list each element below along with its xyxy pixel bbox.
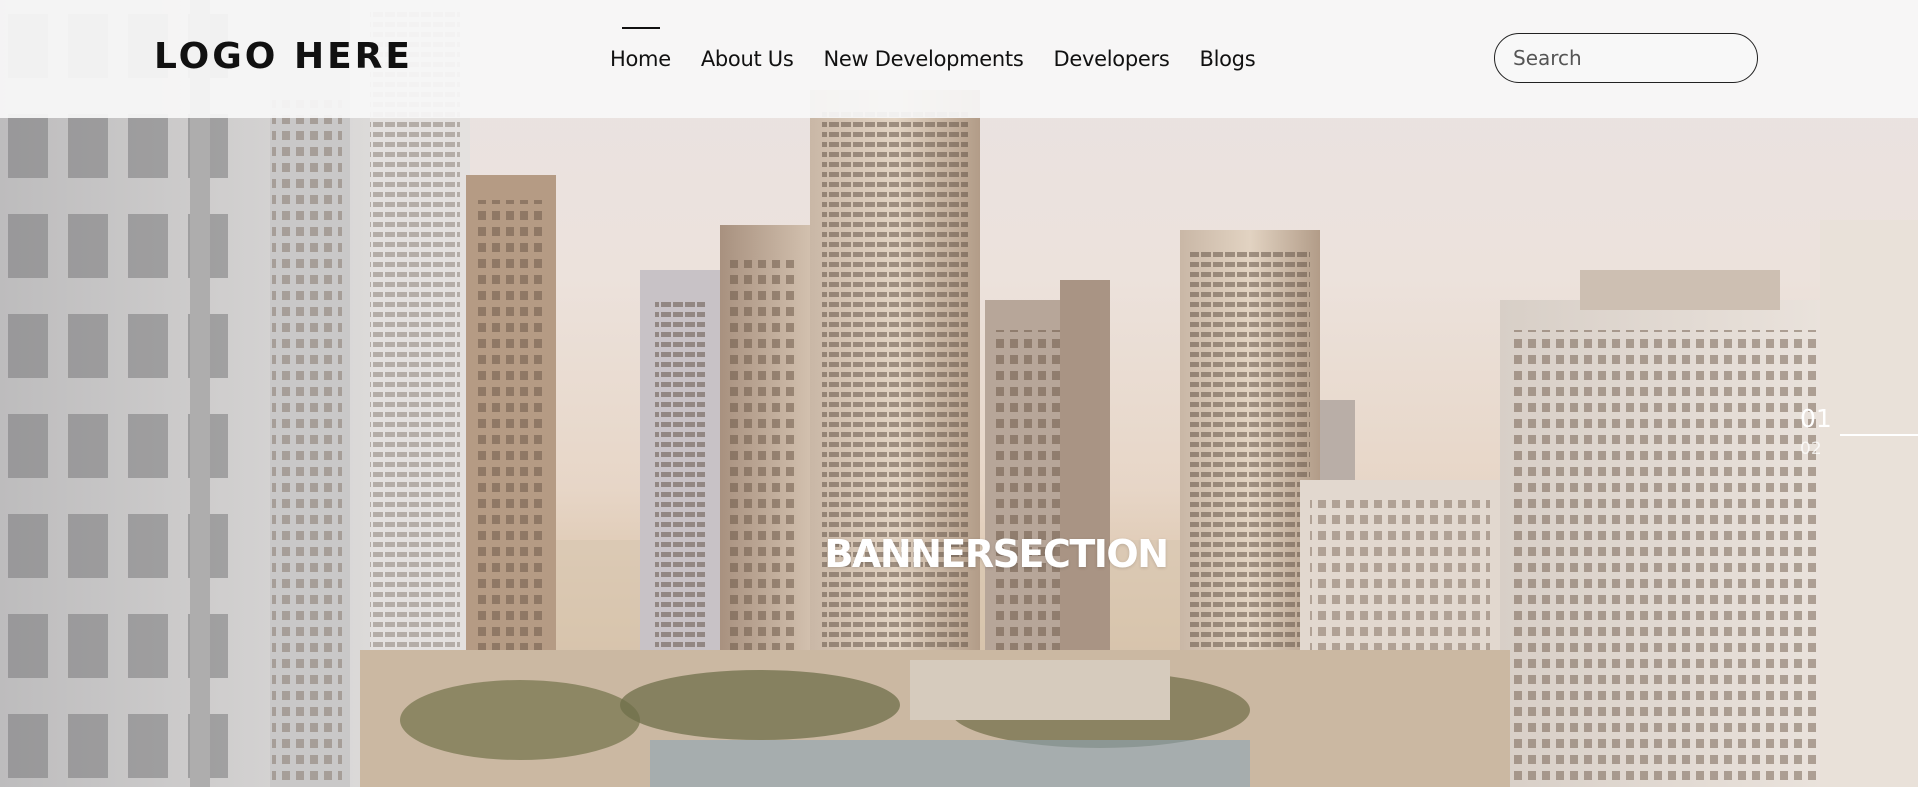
nav-item-developers[interactable]: Developers (1054, 47, 1170, 71)
city-skyline-illustration (0, 0, 1918, 787)
slide-next-number[interactable]: 02 (1800, 439, 1832, 459)
nav-item-home[interactable]: Home (610, 27, 671, 71)
nav-item-about-us[interactable]: About Us (701, 47, 794, 71)
main-nav: Home About Us New Developments Developer… (610, 0, 1256, 118)
hero-background-image (0, 0, 1918, 787)
nav-item-blogs[interactable]: Blogs (1199, 47, 1255, 71)
slide-current-number[interactable]: 01 (1800, 404, 1832, 433)
nav-item-new-developments[interactable]: New Developments (824, 47, 1024, 71)
slide-active-line (1840, 434, 1918, 436)
banner-title-text: BANNERSECTION (824, 532, 1169, 576)
logo[interactable]: LOGO HERE (154, 36, 413, 77)
search-input[interactable] (1513, 46, 1762, 70)
search-box (1494, 33, 1762, 83)
page: LOGO HERE Home About Us New Developments… (0, 0, 1918, 787)
banner-title: BANNERSECTION (0, 532, 1918, 576)
site-header: LOGO HERE Home About Us New Developments… (0, 0, 1918, 118)
slide-indicator: 01 02 (1800, 404, 1918, 459)
